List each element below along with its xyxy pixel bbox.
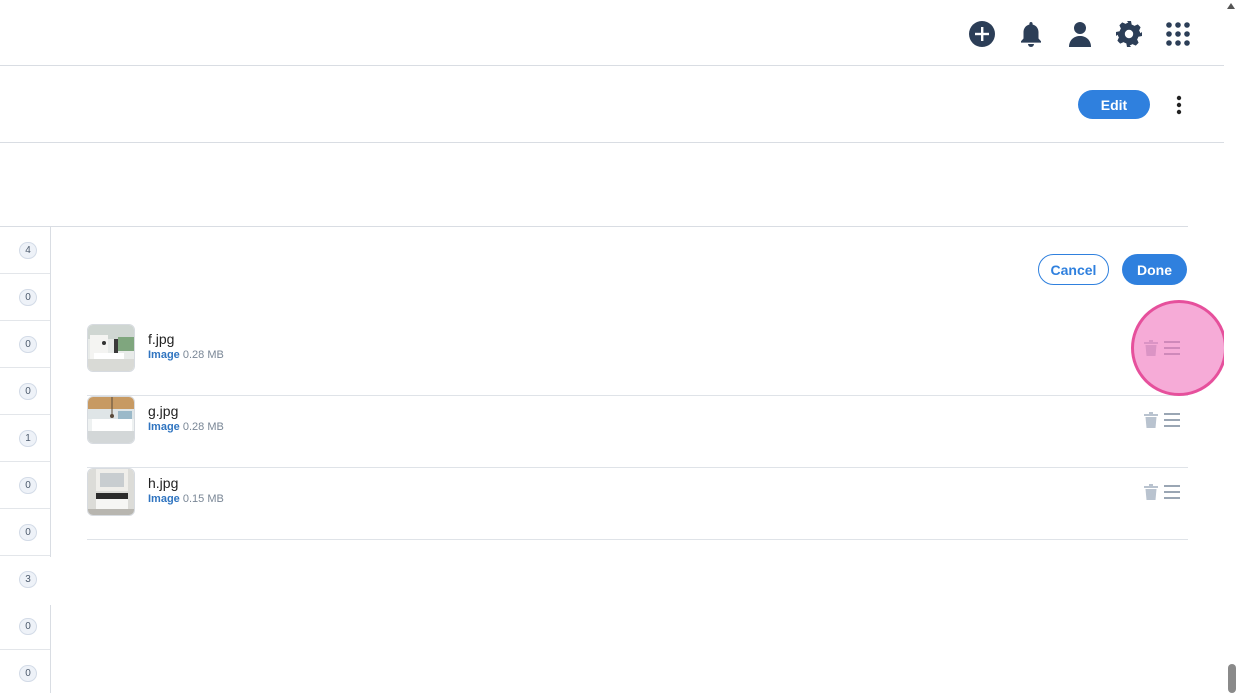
count-badge: 4 [19, 242, 37, 259]
file-thumbnail [87, 468, 135, 516]
count-badge: 0 [19, 618, 37, 635]
count-row[interactable]: 1 [0, 415, 50, 462]
record-header: Edit [0, 66, 1224, 143]
file-name: f.jpg [148, 331, 175, 347]
count-row[interactable]: 0 [0, 274, 50, 321]
count-row[interactable]: 0 [0, 603, 50, 650]
add-circle-icon[interactable] [957, 20, 1006, 48]
count-badge: 0 [19, 665, 37, 682]
apps-grid-icon[interactable] [1153, 20, 1202, 48]
scrollbar-thumb[interactable] [1228, 664, 1236, 693]
file-thumbnail [87, 396, 135, 444]
file-type: Image [148, 493, 180, 505]
count-row[interactable]: 0 [0, 650, 50, 693]
count-badge: 0 [19, 289, 37, 306]
row-actions [1144, 340, 1188, 356]
column-divider [50, 605, 51, 693]
count-badge: 3 [19, 571, 37, 588]
more-options-icon[interactable] [1168, 90, 1190, 120]
trash-icon[interactable] [1144, 340, 1158, 356]
count-row[interactable]: 4 [0, 227, 50, 274]
row-actions [1144, 484, 1188, 500]
count-row[interactable]: 0 [0, 368, 50, 415]
file-thumbnail [87, 324, 135, 372]
file-type: Image [148, 421, 180, 433]
count-badge: 0 [19, 383, 37, 400]
file-size: 0.15 MB [182, 493, 224, 505]
header-icon-group [957, 20, 1202, 48]
count-badge: 0 [19, 336, 37, 353]
file-meta: Image 0.15 MB [148, 493, 224, 505]
drag-handle-icon[interactable] [1164, 485, 1180, 499]
count-badge: 1 [19, 430, 37, 447]
file-type: Image [148, 349, 180, 361]
bell-icon[interactable] [1006, 20, 1055, 48]
trash-icon[interactable] [1144, 484, 1158, 500]
file-meta: Image 0.28 MB [148, 349, 224, 361]
file-size: 0.28 MB [182, 421, 224, 433]
row-actions [1144, 412, 1188, 428]
left-count-column: 4 0 0 0 1 0 0 3 0 0 [0, 227, 51, 693]
drag-handle-icon[interactable] [1164, 341, 1180, 355]
page-scrollbar[interactable] [1224, 0, 1239, 693]
gear-icon[interactable] [1104, 20, 1153, 48]
user-icon[interactable] [1055, 20, 1104, 48]
count-row[interactable]: 3 [0, 556, 50, 603]
done-button[interactable]: Done [1122, 254, 1187, 285]
top-header [0, 0, 1224, 66]
count-badge: 0 [19, 477, 37, 494]
column-divider [50, 227, 51, 557]
edit-button[interactable]: Edit [1078, 90, 1150, 119]
count-badge: 0 [19, 524, 37, 541]
trash-icon[interactable] [1144, 412, 1158, 428]
file-size: 0.28 MB [182, 349, 224, 361]
file-name: g.jpg [148, 403, 179, 419]
scroll-up-arrow-icon[interactable] [1227, 3, 1235, 9]
file-meta: Image 0.28 MB [148, 421, 224, 433]
drag-handle-icon[interactable] [1164, 413, 1180, 427]
file-name: h.jpg [148, 475, 179, 491]
file-row: h.jpg Image 0.15 MB [87, 468, 1188, 540]
count-row[interactable]: 0 [0, 462, 50, 509]
file-row: f.jpg Image 0.28 MB [87, 324, 1188, 396]
count-row[interactable]: 0 [0, 321, 50, 368]
page: Edit 4 0 0 0 1 0 0 3 0 0 Cancel Done f.j… [0, 0, 1239, 693]
count-row[interactable]: 0 [0, 509, 50, 556]
content-divider [0, 226, 1188, 227]
cancel-button[interactable]: Cancel [1038, 254, 1109, 285]
file-row: g.jpg Image 0.28 MB [87, 396, 1188, 468]
